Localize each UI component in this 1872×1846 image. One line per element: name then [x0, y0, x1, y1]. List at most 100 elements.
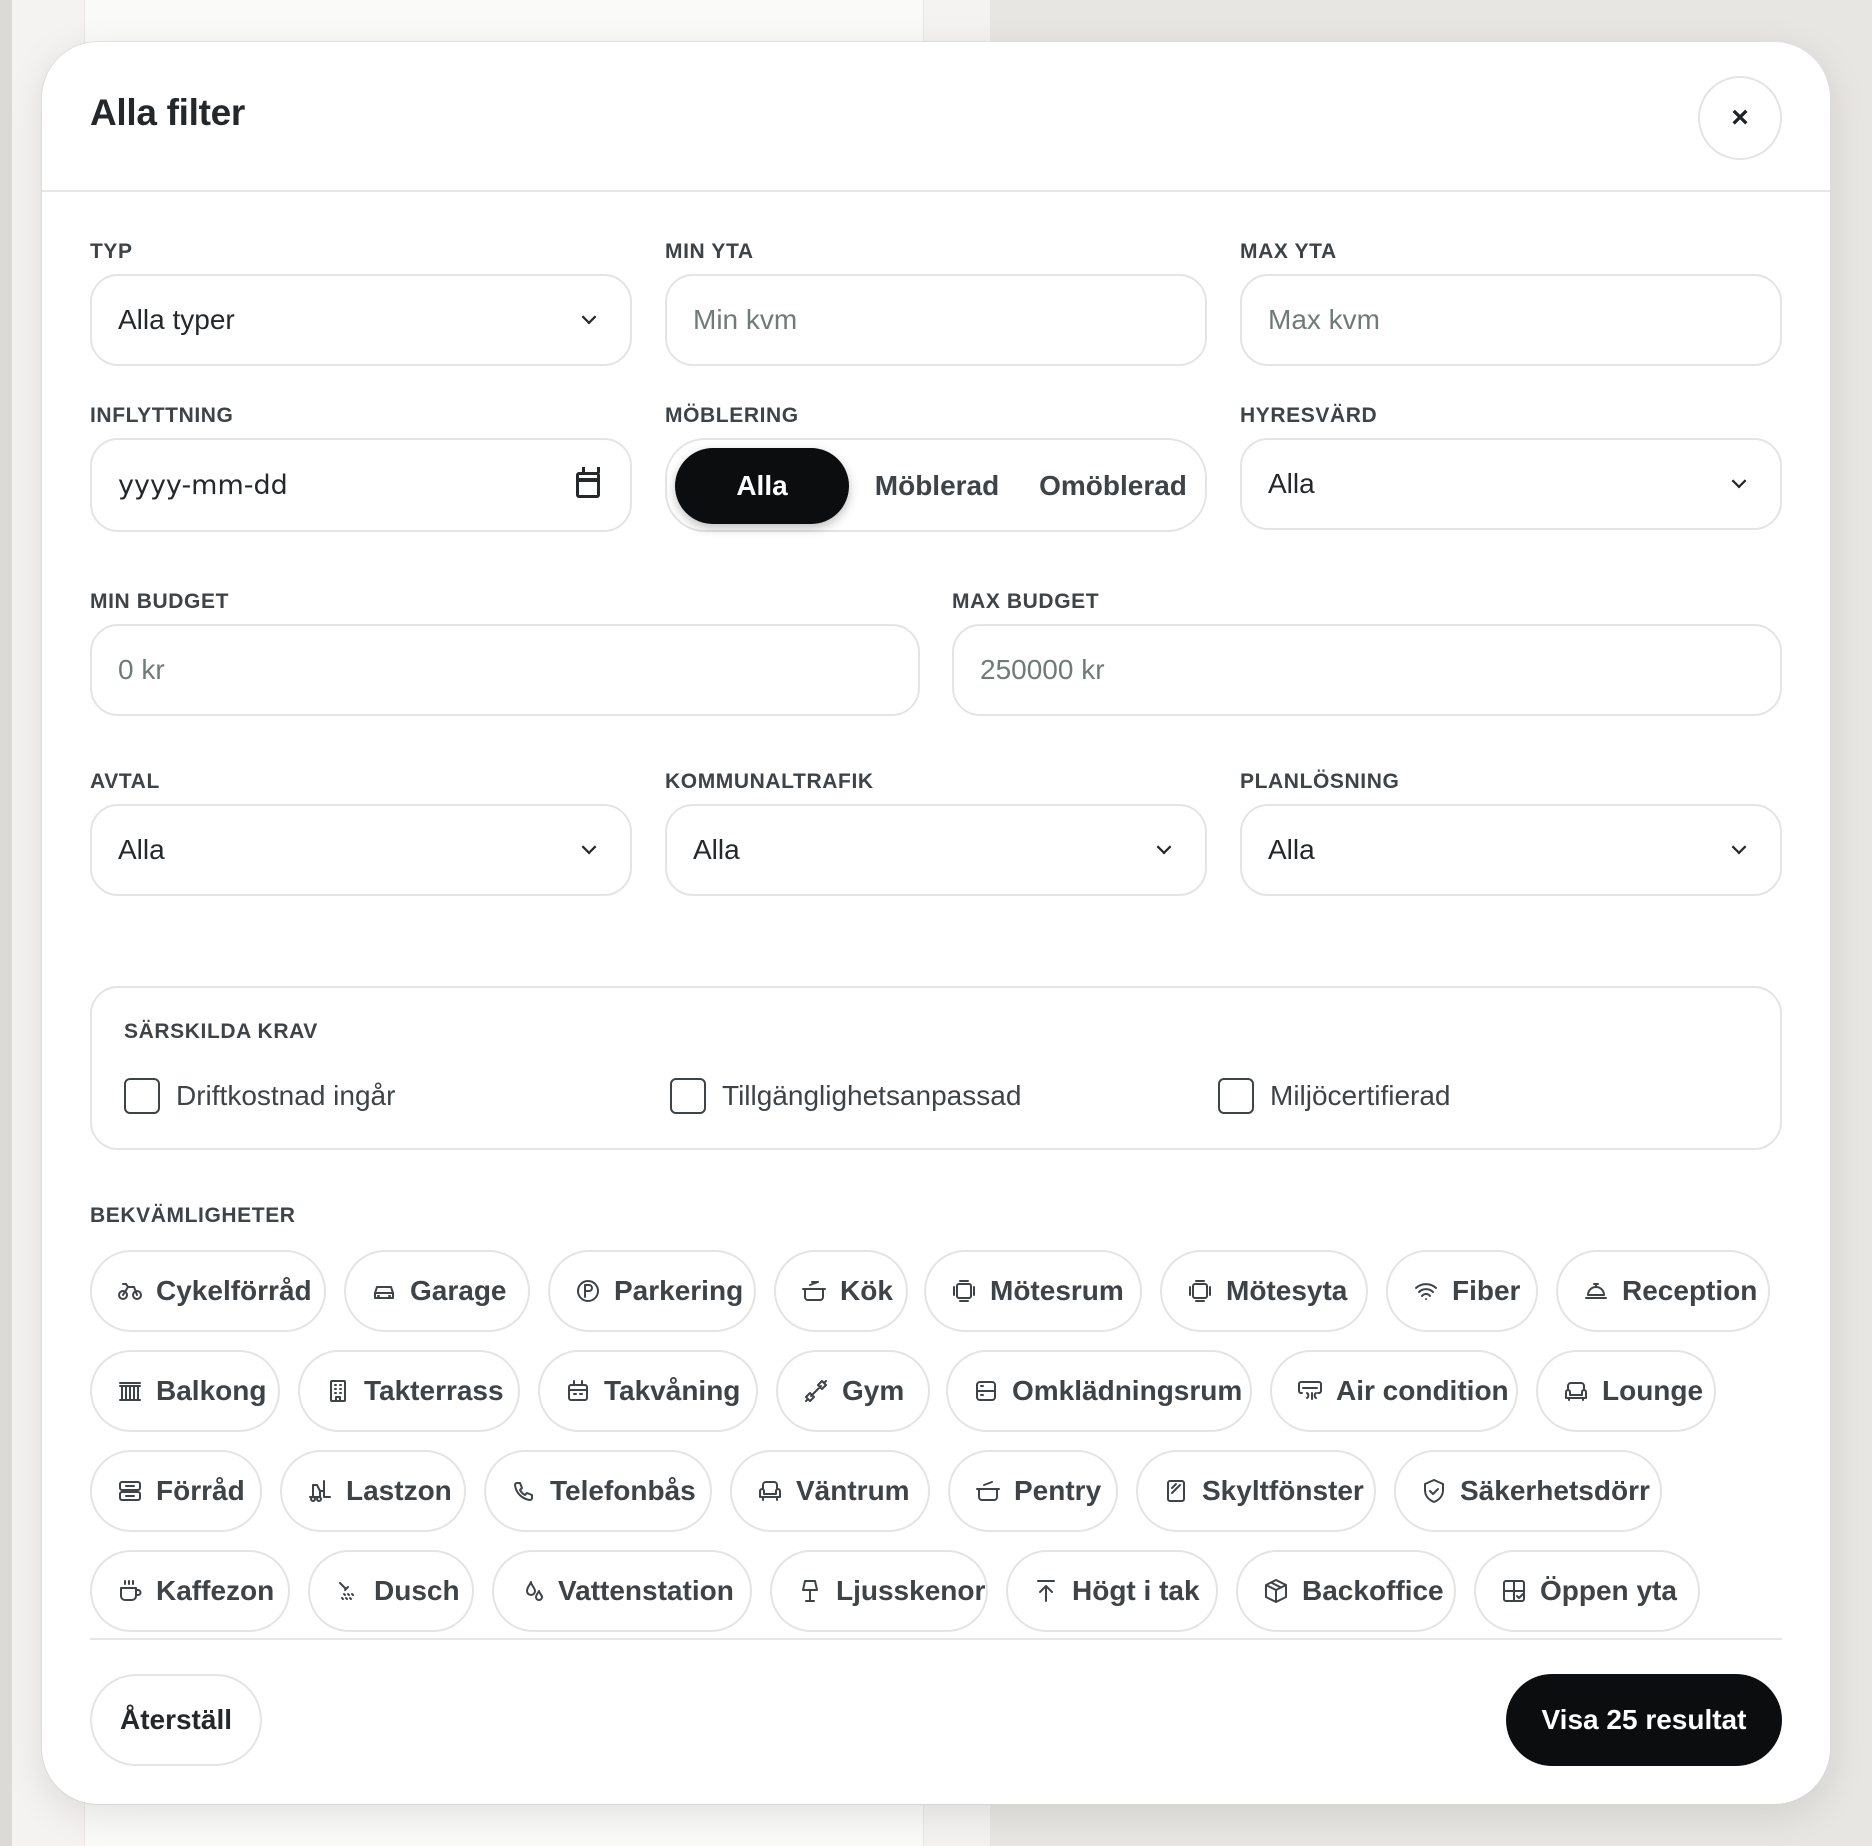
max-budget-input[interactable]: 250000 kr — [952, 624, 1782, 716]
chevron-down-icon — [581, 839, 597, 855]
locker-icon — [972, 1377, 1000, 1405]
droplets-icon — [518, 1577, 546, 1605]
typ-select[interactable]: Alla typer — [90, 274, 632, 366]
min-budget-label: MIN BUDGET — [90, 590, 229, 613]
amenity-label: Säkerhetsdörr — [1460, 1475, 1650, 1506]
reception-bell-icon — [1582, 1277, 1610, 1305]
amenity-chip-skyltfönster[interactable]: Skyltfönster — [1136, 1450, 1376, 1532]
special-requirements-box: SÄRSKILDA KRAV Driftkostnad ingår Tillgä… — [90, 986, 1782, 1150]
amenity-chip-öppen-yta[interactable]: Öppen yta — [1474, 1550, 1700, 1632]
wifi-icon — [1412, 1277, 1440, 1305]
amenity-chip-telefonbås[interactable]: Telefonbås — [484, 1450, 712, 1532]
coffee-icon — [116, 1577, 144, 1605]
kommunaltrafik-select[interactable]: Alla — [665, 804, 1207, 896]
amenity-chip-reception[interactable]: Reception — [1556, 1250, 1770, 1332]
planlosning-select[interactable]: Alla — [1240, 804, 1782, 896]
lamp-icon — [796, 1577, 824, 1605]
max-budget-label: MAX BUDGET — [952, 590, 1100, 613]
amenity-label: Takterrass — [364, 1375, 504, 1406]
amenity-label: Mötesrum — [990, 1275, 1124, 1306]
amenity-chip-takterrass[interactable]: Takterrass — [298, 1350, 520, 1432]
background-edge — [0, 0, 12, 1846]
amenity-chip-parkering[interactable]: Parkering — [548, 1250, 756, 1332]
amenity-chip-omklädningsrum[interactable]: Omklädningsrum — [946, 1350, 1252, 1432]
inflyttning-date-input[interactable]: yyyy-mm-dd — [90, 438, 632, 532]
footer-divider — [90, 1638, 1782, 1640]
meeting-room-icon — [950, 1277, 978, 1305]
checkbox-tillganglighet[interactable]: Tillgänglighetsanpassad — [670, 1078, 1021, 1114]
min-yta-input[interactable]: Min kvm — [665, 274, 1207, 366]
moblering-option-moblerad[interactable]: Möblerad — [857, 448, 1017, 524]
hyresvard-select[interactable]: Alla — [1240, 438, 1782, 530]
calendar-icon[interactable] — [576, 467, 600, 498]
checkbox-miljocertifierad[interactable]: Miljöcertifierad — [1218, 1078, 1451, 1114]
moblering-option-omoblerad[interactable]: Omöblerad — [1025, 448, 1201, 524]
amenity-chip-högt-i-tak[interactable]: Högt i tak — [1006, 1550, 1218, 1632]
amenity-chip-mötesrum[interactable]: Mötesrum — [924, 1250, 1142, 1332]
amenity-label: Kök — [840, 1275, 893, 1306]
checkbox-box[interactable] — [124, 1078, 160, 1114]
amenity-label: Cykelförråd — [156, 1275, 312, 1306]
amenity-chip-pentry[interactable]: Pentry — [948, 1450, 1118, 1532]
min-budget-input[interactable]: 0 kr — [90, 624, 920, 716]
amenity-chip-ljusskenor[interactable]: Ljusskenor — [770, 1550, 988, 1632]
amenity-chip-balkong[interactable]: Balkong — [90, 1350, 280, 1432]
amenity-label: Takvåning — [604, 1375, 741, 1406]
amenity-chip-vattenstation[interactable]: Vattenstation — [492, 1550, 752, 1632]
chevron-down-icon — [581, 309, 597, 325]
sofa-icon — [1562, 1377, 1590, 1405]
checkbox-box[interactable] — [1218, 1078, 1254, 1114]
amenity-label: Ljusskenor — [836, 1575, 986, 1606]
chevron-down-icon — [1731, 839, 1747, 855]
building-icon — [324, 1377, 352, 1405]
amenity-chip-väntrum[interactable]: Väntrum — [730, 1450, 930, 1532]
amenity-chip-lounge[interactable]: Lounge — [1536, 1350, 1716, 1432]
show-results-button[interactable]: Visa 25 resultat — [1506, 1674, 1782, 1766]
amenity-label: Mötesyta — [1226, 1275, 1348, 1306]
phone-icon — [510, 1477, 538, 1505]
avtal-select[interactable]: Alla — [90, 804, 632, 896]
amenity-label: Garage — [410, 1275, 507, 1306]
amenity-chip-backoffice[interactable]: Backoffice — [1236, 1550, 1456, 1632]
amenity-chip-mötesyta[interactable]: Mötesyta — [1160, 1250, 1368, 1332]
checkbox-driftkostnad[interactable]: Driftkostnad ingår — [124, 1078, 395, 1114]
amenity-label: Kaffezon — [156, 1575, 275, 1606]
special-requirements-label: SÄRSKILDA KRAV — [124, 1020, 318, 1043]
moblering-toggle: Alla Möblerad Omöblerad — [665, 438, 1207, 532]
checkbox-box[interactable] — [670, 1078, 706, 1114]
amenity-chip-fiber[interactable]: Fiber — [1386, 1250, 1538, 1332]
amenity-chip-gym[interactable]: Gym — [776, 1350, 930, 1432]
amenity-label: Skyltfönster — [1202, 1475, 1364, 1506]
min-yta-label: MIN YTA — [665, 240, 754, 263]
amenity-label: Väntrum — [796, 1475, 910, 1506]
close-button[interactable]: × — [1698, 76, 1782, 160]
amenity-chip-dusch[interactable]: Dusch — [308, 1550, 474, 1632]
amenity-chip-garage[interactable]: Garage — [344, 1250, 530, 1332]
amenity-chip-lastzon[interactable]: Lastzon — [280, 1450, 466, 1532]
amenity-label: Fiber — [1452, 1275, 1521, 1306]
amenities-label: BEKVÄMLIGHETER — [90, 1204, 296, 1227]
amenity-chip-takvåning[interactable]: Takvåning — [538, 1350, 758, 1432]
amenity-label: Vattenstation — [558, 1575, 734, 1606]
amenity-chip-air-condition[interactable]: Air condition — [1270, 1350, 1518, 1432]
kommunaltrafik-label: KOMMUNALTRAFIK — [665, 770, 874, 793]
kommunaltrafik-value: Alla — [693, 834, 740, 865]
avtal-label: AVTAL — [90, 770, 160, 793]
amenity-chip-kök[interactable]: Kök — [774, 1250, 908, 1332]
balcony-icon — [116, 1377, 144, 1405]
reset-button[interactable]: Återställ — [90, 1674, 262, 1766]
inflyttning-label: INFLYTTNING — [90, 404, 234, 427]
checkbox-label: Tillgänglighetsanpassad — [722, 1080, 1022, 1111]
moblering-option-alla[interactable]: Alla — [675, 448, 849, 524]
amenity-chip-förråd[interactable]: Förråd — [90, 1450, 262, 1532]
amenity-chip-cykelförråd[interactable]: Cykelförråd — [90, 1250, 326, 1332]
amenity-label: Dusch — [374, 1575, 460, 1606]
amenity-chip-säkerhetsdörr[interactable]: Säkerhetsdörr — [1394, 1450, 1662, 1532]
amenity-label: Parkering — [614, 1275, 744, 1306]
dumbbell-icon — [802, 1377, 830, 1405]
amenity-chip-kaffezon[interactable]: Kaffezon — [90, 1550, 290, 1632]
meeting-area-icon — [1186, 1277, 1214, 1305]
amenity-label: Lounge — [1602, 1375, 1704, 1406]
chevron-down-icon — [1731, 473, 1747, 489]
max-yta-input[interactable]: Max kvm — [1240, 274, 1782, 366]
